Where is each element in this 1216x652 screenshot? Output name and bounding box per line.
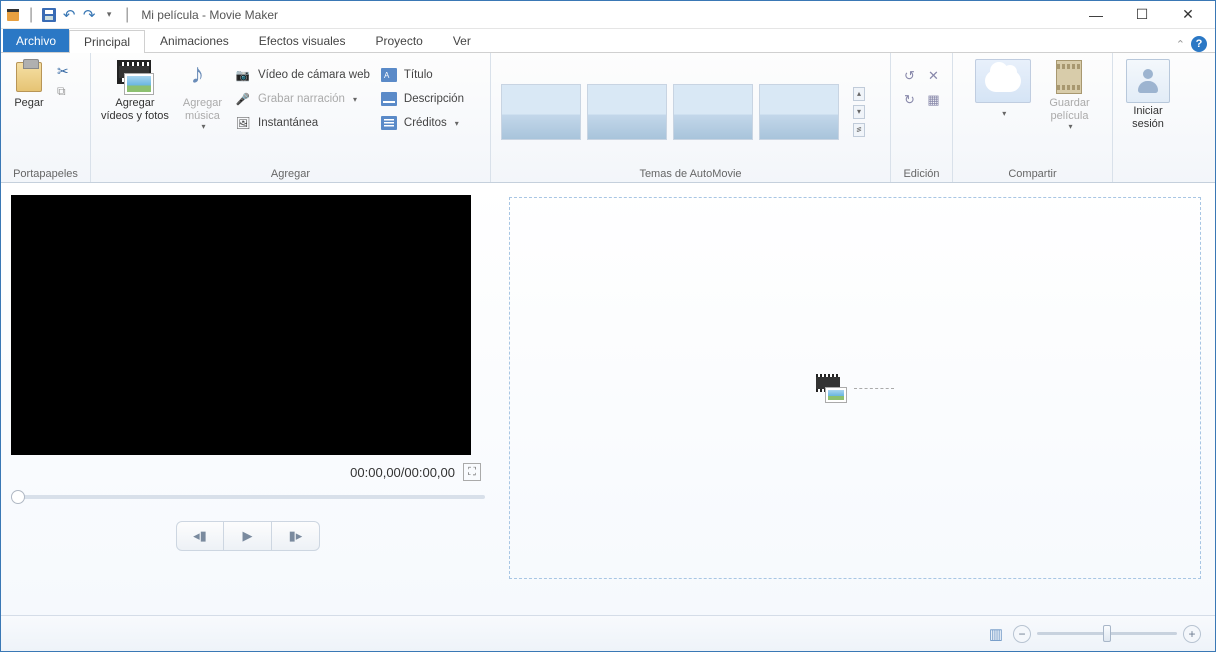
clipboard-icon xyxy=(16,62,42,92)
svg-text:A: A xyxy=(384,71,390,80)
scissors-icon[interactable]: ✂ xyxy=(57,63,69,80)
ribbon-tabs: Archivo Principal Animaciones Efectos vi… xyxy=(1,29,1215,53)
zoom-slider[interactable] xyxy=(1037,632,1177,635)
select-all-icon[interactable]: ▦ xyxy=(925,91,943,109)
tab-ver[interactable]: Ver xyxy=(438,29,486,52)
video-preview xyxy=(11,195,471,455)
caption-icon xyxy=(380,90,398,108)
view-thumbnails-icon[interactable]: ▥ xyxy=(989,625,1003,643)
media-placeholder-icon xyxy=(816,374,846,402)
preview-pane: 00:00,00/00:00,00 ⛶ ◂▮ ▶ ▮▸ xyxy=(1,183,495,615)
title-bar: | ↶ ↷ ▾ | Mi película - Movie Maker — ☐ … xyxy=(1,1,1215,29)
play-button[interactable]: ▶ xyxy=(224,521,272,551)
zoom-control: − + xyxy=(1013,625,1201,643)
zoom-out-button[interactable]: − xyxy=(1013,625,1031,643)
seek-bar[interactable] xyxy=(11,495,485,499)
close-button[interactable]: ✕ xyxy=(1165,1,1211,29)
agregar-musica-button[interactable]: Agregar música ▾ xyxy=(179,57,226,133)
titulo-button[interactable]: A Título xyxy=(378,65,466,85)
automovie-theme-2[interactable] xyxy=(587,84,667,140)
credits-icon xyxy=(380,114,398,132)
group-portapapeles: Portapapeles xyxy=(7,166,84,180)
video-camara-web-button[interactable]: 📷 Vídeo de cámara web xyxy=(232,65,372,85)
themes-scroll-down[interactable]: ▾ xyxy=(853,105,865,119)
app-icon xyxy=(5,7,21,23)
pegar-button[interactable]: Pegar xyxy=(7,57,51,112)
group-agregar: Agregar xyxy=(97,166,484,180)
undo-icon[interactable]: ↶ xyxy=(61,7,77,23)
content-area: 00:00,00/00:00,00 ⛶ ◂▮ ▶ ▮▸ xyxy=(1,183,1215,615)
collapse-ribbon-icon[interactable]: ⌃ xyxy=(1176,38,1185,51)
group-edicion: Edición xyxy=(897,166,946,180)
next-frame-button[interactable]: ▮▸ xyxy=(272,521,320,551)
save-icon[interactable] xyxy=(41,7,57,23)
mic-icon: 🎤 xyxy=(234,90,252,108)
timeline-pane xyxy=(495,183,1215,615)
snapshot-icon: 🖼 xyxy=(234,114,252,132)
group-automovie: Temas de AutoMovie xyxy=(497,166,884,180)
copy-icon[interactable]: ⧉ xyxy=(57,84,69,99)
automovie-theme-4[interactable] xyxy=(759,84,839,140)
iniciar-sesion-button[interactable]: Iniciar sesión xyxy=(1122,57,1174,132)
film-reel-icon xyxy=(1056,60,1082,94)
instantanea-button[interactable]: 🖼 Instantánea xyxy=(232,113,372,133)
timecode-display: 00:00,00/00:00,00 xyxy=(350,465,455,480)
timeline-drop-area[interactable] xyxy=(509,197,1201,579)
timeline-placeholder xyxy=(816,374,894,402)
status-bar: ▥ − + xyxy=(1,615,1215,651)
delete-icon[interactable]: ✕ xyxy=(925,67,943,85)
fullscreen-button[interactable]: ⛶ xyxy=(463,463,481,481)
ribbon: Pegar ✂ ⧉ Portapapeles Agregar vídeos y … xyxy=(1,53,1215,183)
help-icon[interactable]: ? xyxy=(1191,36,1207,52)
themes-scroll-up[interactable]: ▴ xyxy=(853,87,865,101)
tab-efectos[interactable]: Efectos visuales xyxy=(244,29,361,52)
descripcion-button[interactable]: Descripción xyxy=(378,89,466,109)
grabar-narracion-button[interactable]: 🎤 Grabar narración▾ xyxy=(232,89,372,109)
music-note-icon xyxy=(190,62,214,92)
minimize-button[interactable]: — xyxy=(1073,1,1119,29)
rotate-right-icon[interactable]: ↻ xyxy=(901,91,919,109)
window-title: Mi película - Movie Maker xyxy=(141,8,278,22)
seek-thumb[interactable] xyxy=(11,490,25,504)
agregar-videos-fotos-button[interactable]: Agregar vídeos y fotos xyxy=(97,57,173,124)
share-cloud-button[interactable]: ▾ xyxy=(971,57,1035,120)
person-icon xyxy=(1126,59,1170,103)
webcam-icon: 📷 xyxy=(234,66,252,84)
cloud-icon xyxy=(975,59,1031,103)
tab-proyecto[interactable]: Proyecto xyxy=(360,29,437,52)
redo-icon[interactable]: ↷ xyxy=(81,7,97,23)
tab-animaciones[interactable]: Animaciones xyxy=(145,29,244,52)
tab-archivo[interactable]: Archivo xyxy=(3,29,69,52)
title-icon: A xyxy=(380,66,398,84)
automovie-theme-3[interactable] xyxy=(673,84,753,140)
maximize-button[interactable]: ☐ xyxy=(1119,1,1165,29)
zoom-in-button[interactable]: + xyxy=(1183,625,1201,643)
tab-principal[interactable]: Principal xyxy=(69,30,145,53)
guardar-pelicula-button[interactable]: Guardar película ▾ xyxy=(1045,57,1093,133)
automovie-theme-1[interactable] xyxy=(501,84,581,140)
zoom-thumb[interactable] xyxy=(1103,625,1111,642)
creditos-button[interactable]: Créditos▾ xyxy=(378,113,466,133)
group-compartir: Compartir xyxy=(959,166,1106,180)
prev-frame-button[interactable]: ◂▮ xyxy=(176,521,224,551)
rotate-left-icon[interactable]: ↺ xyxy=(901,67,919,85)
qat-dropdown-icon[interactable]: ▾ xyxy=(101,7,117,23)
themes-expand[interactable]: ꠵ xyxy=(853,123,865,137)
